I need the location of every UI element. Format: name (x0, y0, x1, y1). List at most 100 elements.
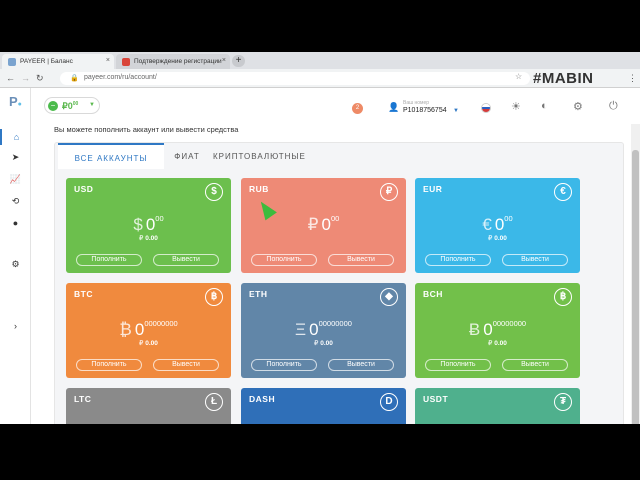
deposit-button[interactable]: Пополнить (425, 254, 491, 266)
rub-equivalent: ₽0.00 (66, 339, 231, 347)
tab-confirm-registration[interactable]: Подтверждение регистрации × (116, 54, 230, 69)
balance-decimals: 00 (155, 214, 164, 223)
settings-gear-icon[interactable]: ⚙ (573, 100, 583, 113)
expand-chevron-icon[interactable]: › (0, 318, 31, 334)
history-clock-icon[interactable]: ● (0, 215, 31, 231)
tab-payeer-balance[interactable]: PAYEER | Баланс × (2, 54, 114, 69)
currency-symbol: ₿ (119, 320, 132, 339)
notification-badge[interactable]: 2 (352, 103, 363, 114)
currency-symbol: ₽ (307, 215, 319, 234)
balance-whole: ₽0 (62, 101, 73, 111)
ruble-icon: ₽ (314, 340, 319, 347)
russian-flag-icon[interactable] (481, 103, 491, 113)
user-icon: 👤 (388, 102, 400, 112)
account-card-ltc[interactable]: LTC Ł (66, 388, 231, 424)
account-tabs: ВСЕ АККАУНТЫ ФИАТ КРИПТОВАЛЮТНЫЕ (55, 143, 625, 169)
balance-decimals: 00000000 (492, 319, 527, 328)
account-card-eth[interactable]: ETH ◆ Ξ 000000000 ₽0.00 Пополнить Вывести (241, 283, 406, 378)
balance-decimals: 00 (330, 214, 340, 223)
rub-equivalent: ₽0.00 (241, 339, 406, 347)
url-text: payeer.com/ru/account/ (84, 74, 157, 81)
withdraw-button[interactable]: Вывести (502, 359, 568, 371)
deposit-button[interactable]: Пополнить (76, 359, 142, 371)
user-account-menu[interactable]: 👤 Ваш номер P1018756754 ▼ (388, 100, 468, 120)
settings-gear-icon[interactable]: ⚙ (0, 256, 31, 272)
forward-icon[interactable]: → (21, 73, 30, 83)
rub-value: 0.00 (494, 235, 507, 242)
new-tab-button[interactable]: + (232, 55, 245, 67)
payeer-favicon-icon (8, 58, 16, 66)
currency-icon: ₽ (380, 183, 398, 201)
support-icon[interactable]: ◐ (541, 100, 548, 112)
account-card-dash[interactable]: DASH D (241, 388, 406, 424)
currency-icon: ฿ (554, 288, 572, 306)
withdraw-button[interactable]: Вывести (153, 359, 219, 371)
address-bar-row: ← → ↻ 🔒 payeer.com/ru/account/ ☆ #MABIN … (0, 69, 640, 88)
home-icon[interactable]: ⌂ (0, 129, 31, 145)
theme-sun-icon[interactable]: ☀ (511, 100, 521, 113)
browser-window: PAYEER | Баланс × Подтверждение регистра… (0, 52, 640, 424)
scrollbar[interactable] (631, 124, 640, 424)
balance-decimals: 00 (504, 214, 513, 223)
tab-crypto[interactable]: КРИПТОВАЛЮТНЫЕ (213, 143, 305, 169)
deposit-button[interactable]: Пополнить (425, 359, 491, 371)
tab-label: Подтверждение регистрации (134, 58, 222, 65)
account-card-rub[interactable]: RUB ₽ ₽000 Пополнить Вывести (241, 178, 406, 273)
reload-icon[interactable]: ↻ (36, 73, 44, 84)
balance-decimals: 00000000 (144, 319, 178, 328)
tab-fiat[interactable]: ФИАТ (167, 143, 207, 169)
top-bar: − ₽000 ▼ 2 👤 Ваш номер P1018756754 ▼ ☀ ◐… (31, 88, 640, 124)
close-tab-icon[interactable]: × (106, 57, 110, 64)
withdraw-button[interactable]: Вывести (153, 254, 219, 266)
balance-whole: 0 (483, 320, 493, 339)
account-card-usdt[interactable]: USDT ₮ (415, 388, 580, 424)
balance-value: ₽000 (62, 101, 78, 112)
rub-value: 0.00 (145, 235, 158, 242)
deposit-button[interactable]: Пополнить (76, 254, 142, 266)
payeer-logo[interactable]: P● (9, 94, 22, 109)
ruble-icon: ₽ (139, 340, 144, 347)
tab-label: PAYEER | Баланс (20, 58, 73, 65)
logo-letter: P (9, 94, 18, 109)
currency-code: DASH (249, 394, 276, 404)
send-icon[interactable]: ➤ (0, 149, 31, 165)
exchange-icon[interactable]: ⟲ (0, 193, 31, 209)
chart-icon[interactable]: 📈 (0, 171, 31, 187)
withdraw-button[interactable]: Вывести (328, 254, 394, 266)
balance-whole: 0 (321, 215, 331, 234)
deposit-button[interactable]: Пополнить (251, 359, 317, 371)
withdraw-button[interactable]: Вывести (502, 254, 568, 266)
balance-decimals: 00 (72, 101, 79, 107)
account-card-eur[interactable]: EUR € €000 ₽0.00 Пополнить Вывести (415, 178, 580, 273)
balance-amount: Ƀ 000000000 (415, 319, 580, 340)
rub-equivalent: ₽0.00 (415, 234, 580, 242)
account-card-bch[interactable]: BCH ฿ Ƀ 000000000 ₽0.00 Пополнить Вывести (415, 283, 580, 378)
scrollbar-thumb[interactable] (632, 150, 639, 424)
tab-all-accounts[interactable]: ВСЕ АККАУНТЫ (58, 143, 164, 169)
currency-icon: € (554, 183, 572, 201)
currency-symbol: Ƀ (468, 320, 481, 339)
withdraw-button[interactable]: Вывести (328, 359, 394, 371)
url-field[interactable]: 🔒 payeer.com/ru/account/ (60, 72, 530, 85)
back-icon[interactable]: ← (6, 73, 15, 83)
close-tab-icon[interactable]: × (222, 57, 226, 64)
browser-menu-icon[interactable]: ⋮ (628, 73, 637, 84)
balance-whole: 0 (134, 320, 145, 339)
account-card-btc[interactable]: BTC ฿ ₿ 000000000 ₽0.00 Пополнить Вывести (66, 283, 231, 378)
currency-icon: ฿ (205, 288, 223, 306)
bookmark-star-icon[interactable]: ☆ (515, 72, 522, 81)
user-label: Ваш номер (403, 100, 430, 106)
balance-whole: 0 (309, 320, 319, 339)
currency-icon: ◆ (380, 288, 398, 306)
currency-code: BCH (423, 289, 443, 299)
deposit-button[interactable]: Пополнить (251, 254, 317, 266)
currency-symbol: $ (133, 215, 143, 234)
watermark-text: #MABIN (533, 70, 594, 87)
account-card-usd[interactable]: USD $ $000 ₽0.00 Пополнить Вывести (66, 178, 231, 273)
sidebar: P● ⌂ ➤ 📈 ⟲ ● ⚙ › (0, 88, 31, 424)
balance-decimals: 00000000 (318, 319, 352, 328)
balance-dropdown[interactable]: − ₽000 ▼ (44, 97, 100, 114)
notice-text: Вы можете пополнить аккаунт или вывести … (54, 125, 239, 134)
logout-power-icon[interactable]: ⏻ (609, 100, 618, 113)
currency-icon: $ (205, 183, 223, 201)
